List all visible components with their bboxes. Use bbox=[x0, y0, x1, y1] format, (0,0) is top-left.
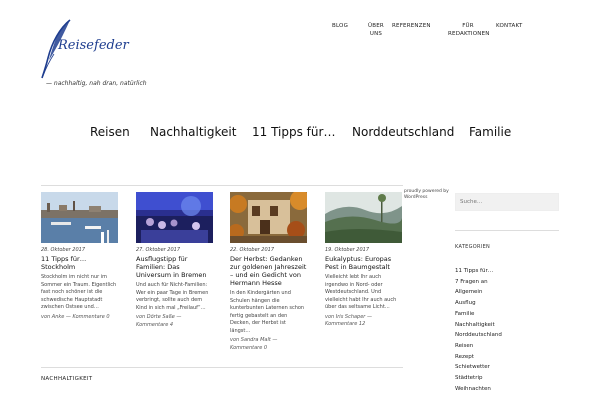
post-card: 28. Oktober 2017 11 Tipps für… Stockholm… bbox=[41, 192, 118, 321]
post-title[interactable]: Ausflugstipp für Familien: Das Universum… bbox=[136, 255, 213, 279]
category-item[interactable]: Norddeutschland bbox=[455, 330, 502, 341]
post-card: 22. Oktober 2017 Der Herbst: Gedanken zu… bbox=[230, 192, 307, 352]
post-title[interactable]: 11 Tipps für… Stockholm bbox=[41, 255, 118, 271]
post-meta[interactable]: von Iris Schaper — Kommentare 12 bbox=[325, 314, 402, 329]
post-title[interactable]: Der Herbst: Gedanken zur goldenen Jahres… bbox=[230, 255, 307, 287]
category-nav-nachhaltigkeit[interactable]: Nachhaltigkeit bbox=[150, 125, 236, 139]
post-date: 19. Oktober 2017 bbox=[325, 247, 370, 253]
post-excerpt: In den Kindergärten und Schulen hängen d… bbox=[230, 290, 305, 334]
category-item[interactable]: Ausflug bbox=[455, 298, 502, 309]
category-item[interactable]: Städtetrip bbox=[455, 373, 502, 384]
nav-kontakt[interactable]: KONTAKT bbox=[496, 22, 522, 30]
search-input[interactable] bbox=[455, 193, 559, 211]
nav-blog[interactable]: BLOG bbox=[332, 22, 348, 30]
category-nav-11-tipps[interactable]: 11 Tipps für… bbox=[252, 125, 335, 139]
nav-referenzen[interactable]: REFERENZEN bbox=[392, 22, 431, 30]
post-card: 19. Oktober 2017 Eukalyptus: Europas Pes… bbox=[325, 192, 402, 329]
post-excerpt: Stockholm im nicht nur im Sommer ein Tra… bbox=[41, 274, 117, 310]
category-item[interactable]: Reisen bbox=[455, 341, 502, 352]
category-navigation: Reisen Nachhaltigkeit 11 Tipps für… Nord… bbox=[0, 125, 600, 141]
sidebar-divider bbox=[455, 230, 559, 231]
category-item[interactable]: Rezept bbox=[455, 352, 502, 363]
category-item[interactable]: Schietwetter bbox=[455, 362, 502, 373]
post-excerpt: Vielleicht lebt Ihr auch irgendwo in Nor… bbox=[325, 274, 397, 310]
post-excerpt: Und auch für Nicht-Familien: Wer ein paa… bbox=[136, 282, 209, 311]
category-nav-norddeutschland[interactable]: Norddeutschland bbox=[352, 125, 454, 139]
categories-list: 11 Tipps für… 7 Fragen an Allgemein Ausf… bbox=[455, 266, 502, 394]
nav-fuer-redaktionen[interactable]: FÜR REDAKTIONEN bbox=[448, 22, 489, 38]
category-item[interactable]: Familie bbox=[455, 309, 502, 320]
section-divider bbox=[41, 367, 403, 368]
post-title[interactable]: Eukalyptus: Europas Pest in Baumgestalt bbox=[325, 255, 402, 271]
post-meta[interactable]: von Sandra Malt — Kommentare 0 bbox=[230, 337, 307, 352]
powered-by-text[interactable]: proudly powered by WordPress bbox=[404, 189, 454, 201]
post-meta[interactable]: von Dörte Saße — Kommentare 4 bbox=[136, 314, 213, 329]
section-heading: NACHHALTIGKEIT bbox=[41, 376, 93, 382]
category-item[interactable]: Allgemein bbox=[455, 287, 502, 298]
post-date: 27. Oktober 2017 bbox=[136, 247, 181, 253]
post-meta[interactable]: von Anke — Kommentare 0 bbox=[41, 314, 118, 322]
site-tagline: — nachhaltig, nah dran, natürlich bbox=[46, 80, 147, 87]
post-date: 28. Oktober 2017 bbox=[41, 247, 86, 253]
post-thumbnail-stockholm[interactable] bbox=[41, 192, 118, 243]
content-divider bbox=[41, 185, 403, 186]
post-card: 27. Oktober 2017 Ausflugstipp für Famili… bbox=[136, 192, 213, 329]
category-item[interactable]: Nachhaltigkeit bbox=[455, 320, 502, 331]
top-navigation: BLOG ÜBER UNS REFERENZEN FÜR REDAKTIONEN… bbox=[0, 22, 600, 42]
category-item[interactable]: Weihnachten bbox=[455, 384, 502, 395]
category-nav-reisen[interactable]: Reisen bbox=[90, 125, 130, 139]
category-item[interactable]: 11 Tipps für… bbox=[455, 266, 502, 277]
nav-ueber-uns[interactable]: ÜBER UNS bbox=[366, 22, 386, 38]
post-thumbnail-universum[interactable] bbox=[136, 192, 213, 243]
category-nav-familie[interactable]: Familie bbox=[469, 125, 511, 139]
category-item[interactable]: 7 Fragen an bbox=[455, 277, 502, 288]
post-thumbnail-herbst[interactable] bbox=[230, 192, 307, 243]
post-date: 22. Oktober 2017 bbox=[230, 247, 275, 253]
categories-heading: KATEGORIEN bbox=[455, 244, 491, 250]
post-thumbnail-eukalyptus[interactable] bbox=[325, 192, 402, 243]
